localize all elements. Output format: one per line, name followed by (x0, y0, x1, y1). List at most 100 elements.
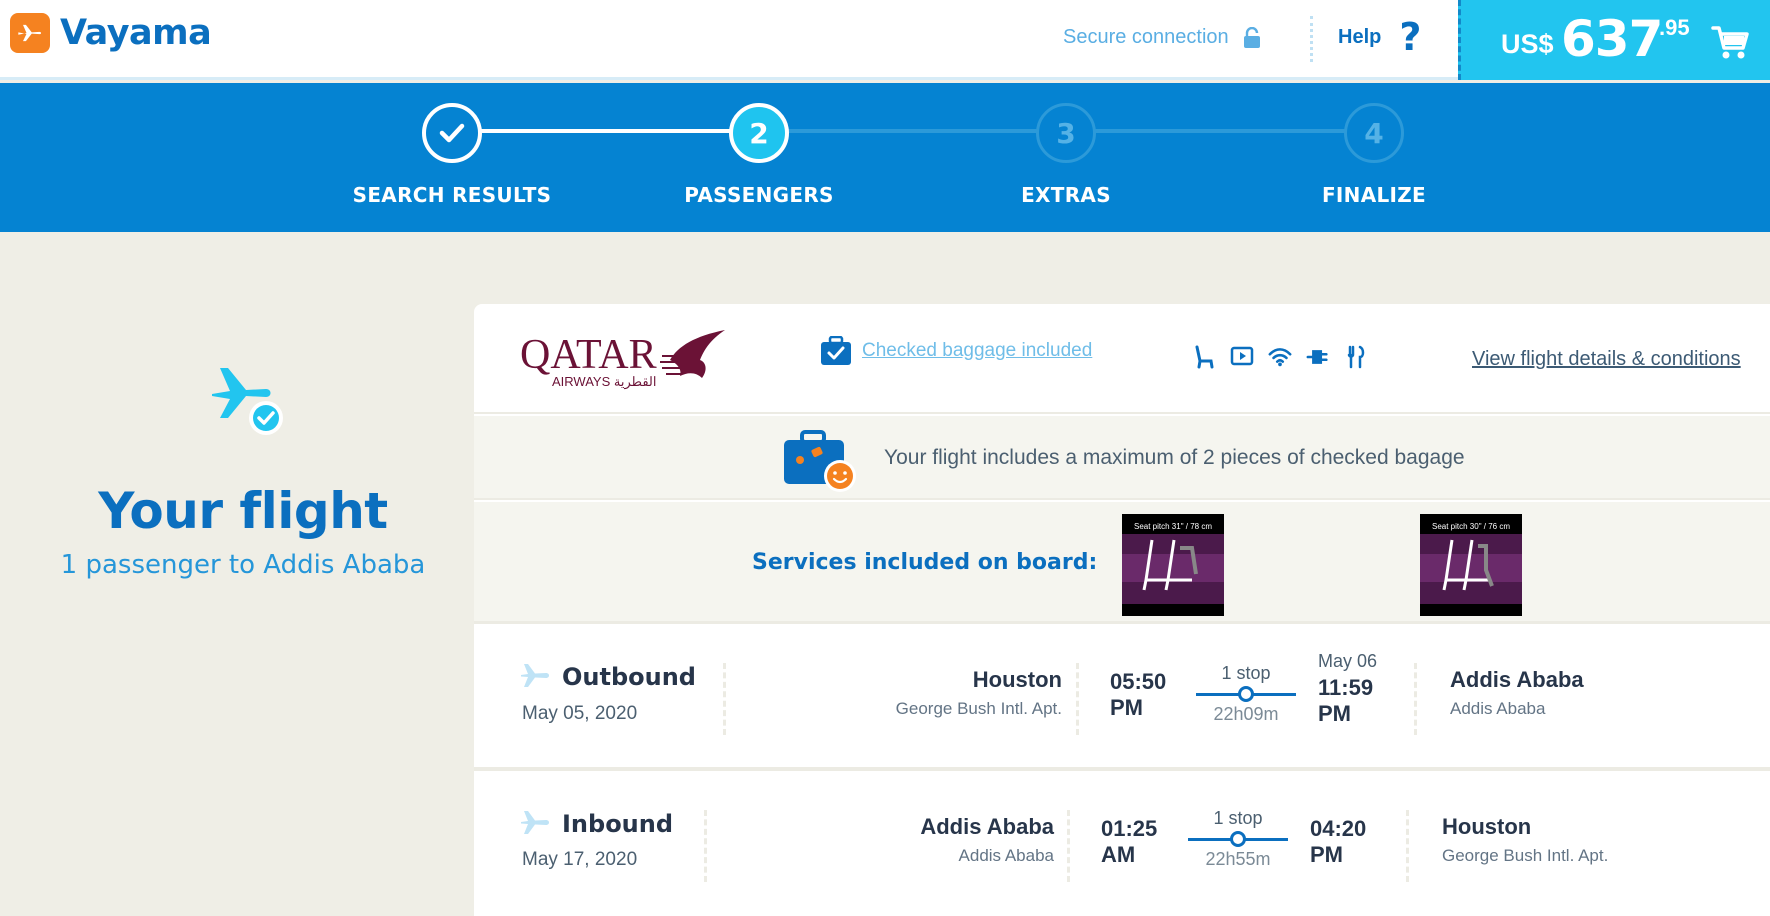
arrival-city-name: Addis Ababa (1450, 667, 1584, 692)
step-search-results[interactable]: SEARCH RESULTS (342, 103, 562, 207)
question-mark-icon: ? (1399, 15, 1422, 59)
arrival-airport: Addis Ababa (1450, 699, 1546, 718)
stops-indicator[interactable]: 1 stop 22h09m (1186, 663, 1306, 725)
divider (1076, 663, 1079, 735)
divider (704, 810, 707, 882)
help-label: Help (1338, 25, 1382, 48)
step-extras: 3 EXTRAS (956, 103, 1176, 207)
seat-pitch-caption: Seat pitch 31" / 78 cm (1134, 522, 1212, 531)
leg-direction: Outbound (562, 663, 696, 691)
plane-icon (521, 664, 549, 687)
departure-time-value: 05:50 (1110, 669, 1167, 694)
step-label: FINALIZE (1321, 183, 1427, 207)
arrival-airport: George Bush Intl. Apt. (1442, 846, 1609, 865)
arrival-time-value: 04:20 (1310, 816, 1367, 841)
arrival-city: Addis Ababa Addis Ababa (1450, 667, 1584, 719)
departure-time-ampm: AM (1101, 842, 1136, 867)
baggage-allowance-text: Your flight includes a maximum of 2 piec… (884, 446, 1465, 469)
cart-price-button[interactable]: US$ 637 .95 (1458, 0, 1770, 80)
power-outlet-icon (1306, 344, 1330, 370)
step-passengers: 2 PASSENGERS (649, 103, 869, 207)
stop-route-line (1178, 831, 1298, 847)
plane-logo-icon (10, 13, 50, 53)
step-number: 3 (1036, 103, 1096, 163)
price-decimal: .95 (1659, 15, 1690, 40)
inbound-leg[interactable]: Inbound May 17, 2020 Addis Ababa Addis A… (474, 774, 1770, 916)
arrival-time-ampm: PM (1310, 842, 1343, 867)
outbound-leg[interactable]: Outbound May 05, 2020 Houston George Bus… (474, 627, 1770, 771)
departure-city-name: Houston (972, 667, 1062, 692)
brand-name: Vayama (60, 13, 212, 53)
onboard-services: Services included on board: Seat pitch 3… (474, 502, 1770, 624)
leg-date: May 05, 2020 (522, 703, 638, 724)
seat-recline-icon (1192, 344, 1216, 370)
price-currency: US$ (1501, 29, 1554, 59)
summary-subtitle: 1 passenger to Addis Ababa (60, 550, 426, 580)
step-label: EXTRAS (1021, 183, 1111, 207)
step-label: PASSENGERS (684, 183, 834, 207)
plane-check-icon (212, 368, 283, 435)
divider (1406, 810, 1409, 882)
meal-icon (1344, 344, 1368, 370)
shopping-cart-icon (1711, 26, 1749, 59)
secure-connection-label: Secure connection (1063, 26, 1229, 48)
arrival-city-name: Houston (1442, 814, 1532, 839)
entertainment-icon (1230, 344, 1254, 370)
flight-duration: 22h55m (1205, 849, 1271, 869)
departure-time-value: 01:25 (1101, 816, 1158, 841)
plane-icon (521, 811, 549, 834)
checkmark-icon (422, 103, 482, 163)
checked-baggage-link[interactable]: Checked baggage included (820, 336, 1092, 366)
price-integer: 637 (1561, 10, 1663, 68)
flight-duration: 22h09m (1213, 704, 1279, 724)
seat-pitch-caption: Seat pitch 30" / 76 cm (1432, 522, 1510, 531)
arrival-time-value: 11:59 (1318, 675, 1374, 700)
departure-airport: George Bush Intl. Apt. (895, 699, 1062, 718)
flight-card: QATAR AIRWAYS القطرية Checked baggage in… (474, 304, 1770, 916)
departure-time-ampm: PM (1110, 695, 1143, 720)
vayama-logo[interactable]: Vayama (10, 13, 212, 53)
header-divider (1310, 16, 1313, 62)
seat-pitch-image: Seat pitch 30" / 76 cm (1420, 514, 1522, 616)
services-title: Services included on board: (752, 550, 1098, 575)
leg-date: May 17, 2020 (522, 849, 638, 870)
departure-city: Addis Ababa Addis Ababa (764, 814, 1054, 866)
flight-summary-panel: Your flight 1 passenger to Addis Ababa (0, 232, 474, 916)
secure-connection: Secure connection (1063, 26, 1261, 49)
arrival-time: 04:20 PM (1310, 816, 1366, 868)
departure-time: 05:50 PM (1110, 669, 1166, 721)
divider (1067, 810, 1070, 882)
leg-direction: Inbound (562, 810, 674, 838)
stops-indicator[interactable]: 1 stop 22h55m (1178, 808, 1298, 870)
view-flight-details-link[interactable]: View flight details & conditions (1472, 348, 1741, 371)
divider (1414, 663, 1417, 735)
arrival-city: Houston George Bush Intl. Apt. (1442, 814, 1608, 866)
wifi-icon (1268, 344, 1292, 370)
baggage-allowance-banner: Your flight includes a maximum of 2 piec… (474, 416, 1770, 500)
stops-count: 1 stop (1213, 808, 1263, 828)
help-button[interactable]: Help ? (1338, 17, 1421, 57)
departure-city: Houston George Bush Intl. Apt. (774, 667, 1062, 719)
lock-icon (1243, 26, 1260, 48)
arrival-time: 11:59 PM (1318, 675, 1373, 727)
amenities-list (1192, 344, 1368, 370)
svg-text:QATAR: QATAR (520, 332, 657, 378)
qatar-airways-logo: QATAR AIRWAYS القطرية (520, 326, 730, 395)
checked-baggage-label: Checked baggage included (862, 340, 1093, 361)
departure-city-name: Addis Ababa (920, 814, 1054, 839)
summary-title: Your flight (98, 482, 388, 540)
step-number: 4 (1344, 103, 1404, 163)
top-header: Vayama Secure connection Help ? US$ 637 … (0, 0, 1770, 80)
airline-row: QATAR AIRWAYS القطرية Checked baggage in… (474, 304, 1770, 414)
stops-count: 1 stop (1221, 663, 1271, 683)
suitcase-smiley-icon (784, 430, 856, 492)
departure-airport: Addis Ababa (958, 846, 1054, 865)
svg-text:AIRWAYS القطرية: AIRWAYS القطرية (552, 374, 656, 390)
step-label: SEARCH RESULTS (352, 183, 552, 207)
arrival-date: May 06 (1318, 651, 1378, 671)
stop-route-line (1186, 686, 1306, 702)
departure-time: 01:25 AM (1101, 816, 1157, 868)
checkout-progress-bar: SEARCH RESULTS 2 PASSENGERS 3 EXTRAS 4 F… (0, 83, 1770, 232)
suitcase-icon (821, 336, 851, 365)
divider (723, 663, 726, 735)
